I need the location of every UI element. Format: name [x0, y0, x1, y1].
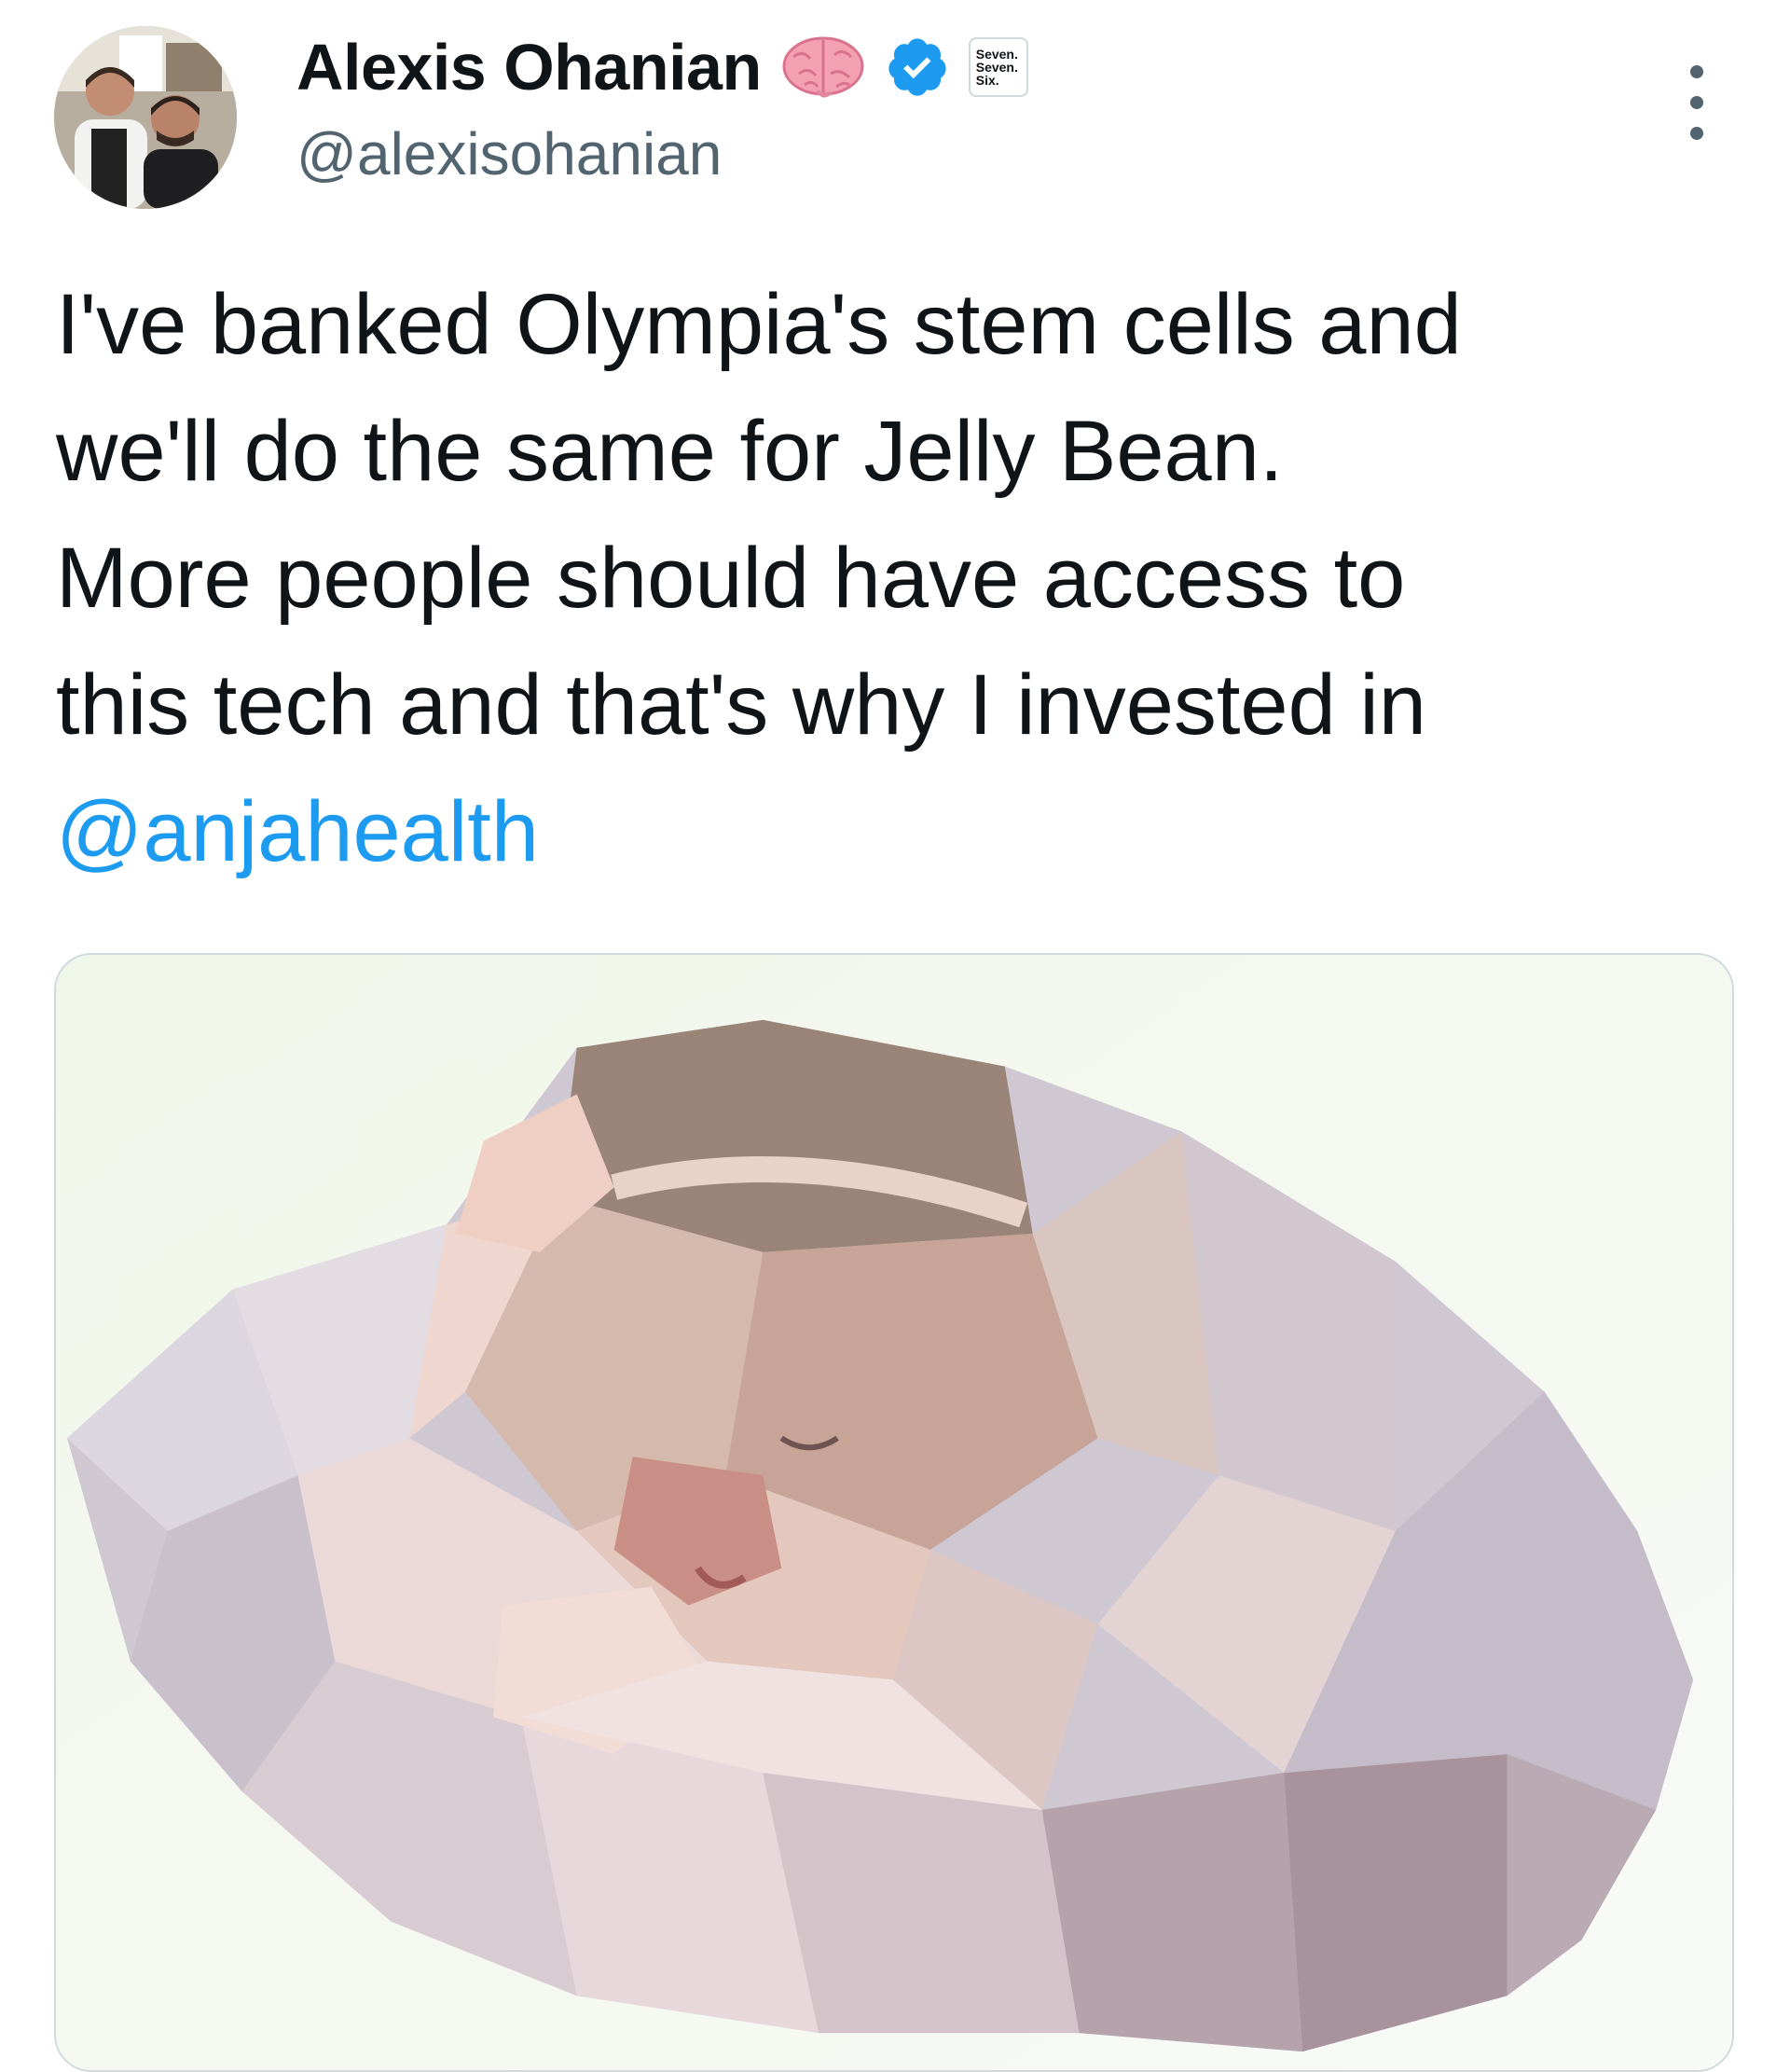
- tweet-text-line: this tech and that's why I invested in: [56, 657, 1426, 753]
- author-handle[interactable]: @alexisohanian: [296, 119, 722, 188]
- affiliate-badge[interactable]: Seven. Seven. Six.: [968, 37, 1028, 97]
- more-options-button[interactable]: [1678, 65, 1715, 140]
- tweet-text: I've banked Olympia's stem cells and we'…: [56, 261, 1753, 895]
- author-name-row: Alexis Ohanian Seven. Seven. Six.: [296, 28, 1028, 106]
- more-dot-icon: [1690, 96, 1703, 109]
- avatar[interactable]: [54, 26, 237, 209]
- mention-link[interactable]: @anjahealth: [56, 784, 539, 879]
- more-dot-icon: [1690, 65, 1703, 78]
- tweet: Alexis Ohanian Seven. Seven. Six. @alexi…: [0, 0, 1790, 2072]
- author-display-name[interactable]: Alexis Ohanian: [296, 30, 762, 104]
- brain-icon: [782, 36, 864, 98]
- affiliate-badge-line-1: Seven.: [975, 47, 1018, 62]
- affiliate-badge-line-2: Seven.: [975, 60, 1018, 75]
- tweet-text-line: we'll do the same for Jelly Bean.: [56, 404, 1284, 499]
- tweet-text-line: I've banked Olympia's stem cells and: [56, 277, 1462, 372]
- affiliate-badge-line-3: Six.: [975, 73, 999, 88]
- more-dot-icon: [1690, 127, 1703, 140]
- tweet-media-image[interactable]: [54, 953, 1734, 2072]
- verified-badge-icon: [888, 38, 946, 96]
- avatar-photo: [54, 26, 237, 209]
- low-poly-sleeping-baby-illustration: [56, 955, 1732, 2070]
- tweet-text-line: More people should have access to: [56, 531, 1406, 626]
